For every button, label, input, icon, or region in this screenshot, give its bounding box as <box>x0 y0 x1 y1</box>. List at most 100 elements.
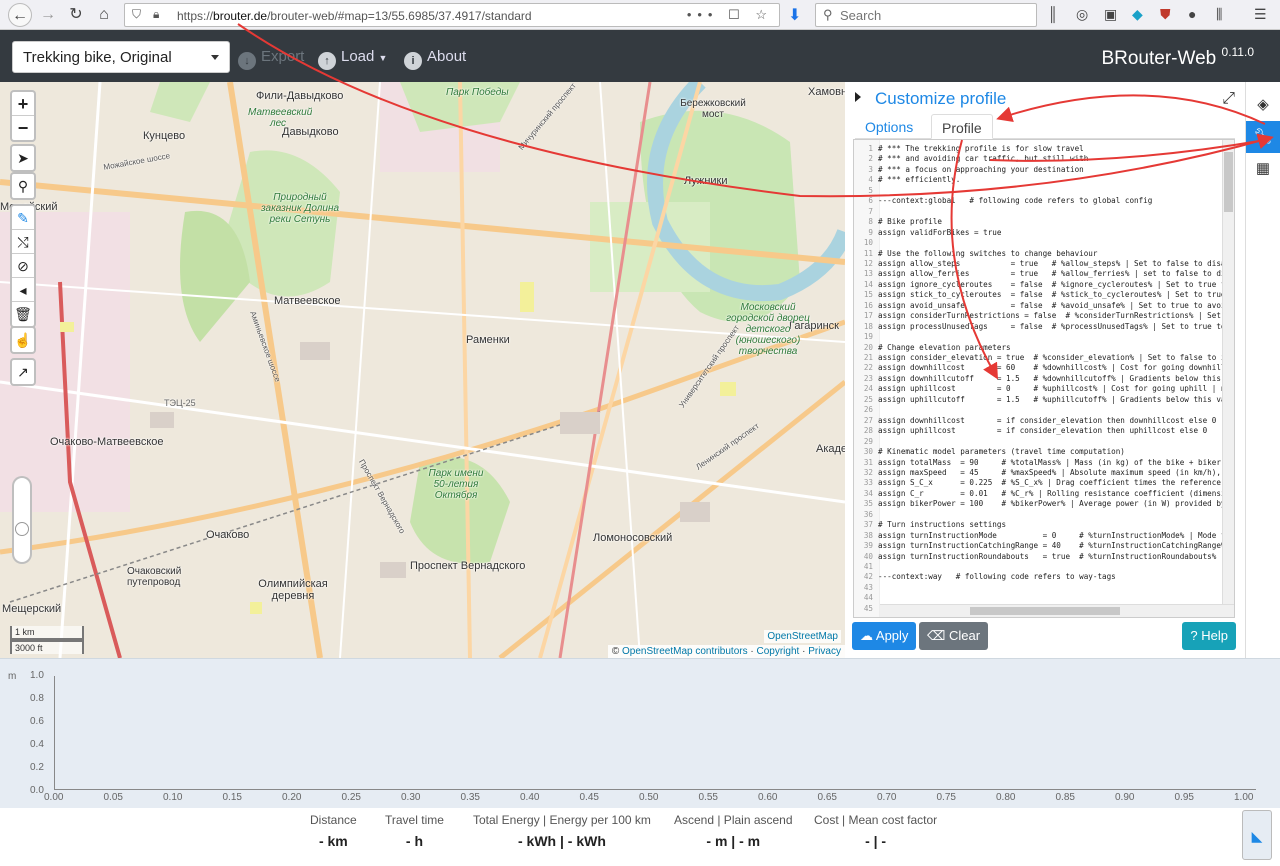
code-line[interactable]: 42 ---context:way # following code refers… <box>854 572 1224 583</box>
code-line[interactable]: 3 # *** a focus on approaching your desti… <box>854 165 1224 176</box>
code-line[interactable]: 36 <box>854 510 1224 521</box>
no-go-area-button[interactable]: ⊘ <box>12 254 34 278</box>
scroll-thumb[interactable] <box>970 607 1120 615</box>
opacity-slider[interactable] <box>12 476 32 564</box>
scroll-thumb[interactable] <box>1224 152 1233 212</box>
code-line[interactable]: 38 assign turnInstructionMode = 0 # %turn… <box>854 531 1224 542</box>
tab-options[interactable]: Options <box>855 114 923 139</box>
delete-last-point-button[interactable]: ◂ <box>12 278 34 302</box>
forward-button[interactable]: → <box>36 3 60 27</box>
code-line[interactable]: 31 assign totalMass = 90 # %totalMass% | … <box>854 458 1224 469</box>
code-line[interactable]: 6 ---context:global # following code refe… <box>854 196 1224 207</box>
tab-profile[interactable]: Profile <box>931 114 993 139</box>
code-line[interactable]: 7 <box>854 207 1224 218</box>
code-line[interactable]: 27 assign downhillcost = if consider_elev… <box>854 416 1224 427</box>
code-line[interactable]: 9 assign validForBikes = true <box>854 228 1224 239</box>
code-line[interactable]: 43 <box>854 583 1224 594</box>
code-line[interactable]: 22 assign downhillcost = 60 # %downhillco… <box>854 363 1224 374</box>
osm-contributors-link[interactable]: OpenStreetMap contributors <box>622 646 748 657</box>
code-line[interactable]: 12 assign allow_steps = true # %allow_ste… <box>854 259 1224 270</box>
apply-button[interactable]: ☁ Apply <box>852 622 917 650</box>
about-button[interactable]: i About <box>404 48 466 70</box>
shield-icon[interactable]: ⛉ <box>132 7 141 22</box>
url-bar[interactable]: ⛉ 🔒︎ https://brouter.de/brouter-web/#map… <box>124 3 780 27</box>
code-line[interactable]: 17 assign considerTurnRestrictions = fals… <box>854 311 1224 322</box>
vertical-scrollbar[interactable] <box>1222 140 1234 605</box>
code-line[interactable]: 14 assign ignore_cycleroutes = false # %i… <box>854 280 1224 291</box>
code-line[interactable]: 34 assign C_r = 0.01 # %C_r% | Rolling re… <box>854 489 1224 500</box>
code-line[interactable]: 28 assign uphillcost = if consider_elevat… <box>854 426 1224 437</box>
account-icon[interactable]: ● <box>1188 6 1196 22</box>
slider-handle[interactable] <box>15 522 29 536</box>
code-line[interactable]: 44 <box>854 593 1224 604</box>
sidebar-icon[interactable]: ⫼ <box>1216 6 1222 23</box>
reload-button[interactable]: ↻ <box>64 3 88 27</box>
home-button[interactable]: ⌂ <box>92 3 116 27</box>
zoom-out-button[interactable]: − <box>12 116 34 140</box>
reverse-route-button[interactable]: ⤭ <box>12 230 34 254</box>
locate-button[interactable]: ➤ <box>12 146 34 170</box>
code-line[interactable]: 15 assign stick_to_cycleroutes = false # … <box>854 290 1224 301</box>
back-button[interactable]: ← <box>8 3 32 27</box>
panel-title[interactable]: Customize profile <box>855 89 1006 109</box>
code-line[interactable]: 30 # Kinematic model parameters (travel t… <box>854 447 1224 458</box>
profile-select[interactable]: Trekking bike, Original <box>12 41 230 73</box>
wrench-icon[interactable]: 🔧︎ <box>1246 121 1280 153</box>
extension-icon[interactable]: ◆ <box>1132 6 1143 23</box>
search-input[interactable] <box>840 6 1030 24</box>
code-line[interactable]: 20 # Change elevation parameters <box>854 343 1224 354</box>
ublock-icon[interactable]: ⛊ <box>1160 6 1171 23</box>
copyright-link[interactable]: Copyright <box>757 646 800 657</box>
collapse-icon[interactable] <box>855 92 861 102</box>
code-line[interactable]: 41 <box>854 562 1224 573</box>
expand-icon[interactable]: ⤢ <box>1222 90 1235 108</box>
code-line[interactable]: 35 assign bikerPower = 100 # %bikerPower%… <box>854 499 1224 510</box>
code-line[interactable]: 21 assign consider_elevation = true # %co… <box>854 353 1224 364</box>
code-line[interactable]: 26 <box>854 405 1224 416</box>
code-line[interactable]: 13 assign allow_ferries = true # %allow_f… <box>854 269 1224 280</box>
code-line[interactable]: 1 # *** The trekking profile is for slow … <box>854 144 1224 155</box>
code-line[interactable]: 18 assign processUnusedTags = false # %pr… <box>854 322 1224 333</box>
draw-route-button[interactable]: ✎ <box>12 206 34 230</box>
code-line[interactable]: 25 assign uphillcutoff = 1.5 # %uphillcut… <box>854 395 1224 406</box>
delete-route-button[interactable]: 🗑︎ <box>12 302 34 326</box>
osm-layer-label[interactable]: OpenStreetMap <box>764 630 841 643</box>
code-line[interactable]: 2 # *** and avoiding car traffic, but sti… <box>854 154 1224 165</box>
library-icon[interactable]: ║ <box>1048 6 1058 22</box>
code-line[interactable]: 37 # Turn instructions settings <box>854 520 1224 531</box>
horizontal-scrollbar[interactable] <box>880 604 1234 617</box>
code-line[interactable]: 24 assign uphillcost = 0 # %uphillcost% |… <box>854 384 1224 395</box>
menu-icon[interactable]: ☰ <box>1254 6 1267 23</box>
zoom-in-button[interactable]: + <box>12 92 34 116</box>
download-icon[interactable]: ⬇ <box>788 5 801 25</box>
search-box[interactable]: ⚲ <box>815 3 1037 27</box>
elevation-toggle-button[interactable]: ◣ <box>1242 810 1272 860</box>
layers-icon[interactable]: ◈ <box>1246 89 1280 121</box>
reader-icon[interactable]: ▣ <box>1104 6 1117 23</box>
table-icon[interactable]: ▦ <box>1246 153 1280 185</box>
profile-code-editor[interactable]: 1 # *** The trekking profile is for slow … <box>853 139 1235 618</box>
code-line[interactable]: 29 <box>854 437 1224 448</box>
load-button[interactable]: ↑ Load ▼ <box>318 48 387 70</box>
help-button[interactable]: ? Help <box>1182 622 1236 650</box>
code-line[interactable]: 33 assign S_C_x = 0.225 # %S_C_x% | Drag … <box>854 478 1224 489</box>
privacy-link[interactable]: Privacy <box>808 646 841 657</box>
code-line[interactable]: 19 <box>854 332 1224 343</box>
code-line[interactable]: 40 assign turnInstructionRoundabouts = tr… <box>854 552 1224 563</box>
code-line[interactable]: 23 assign downhillcutoff = 1.5 # %downhil… <box>854 374 1224 385</box>
url-text[interactable]: https://brouter.de/brouter-web/#map=13/5… <box>177 9 532 23</box>
code-line[interactable]: 32 assign maxSpeed = 45 # %maxSpeed% | Ab… <box>854 468 1224 479</box>
export-button[interactable]: ↓ Export <box>238 48 304 70</box>
page-actions[interactable]: ••• ☐ ☆ <box>687 7 773 23</box>
globe-icon[interactable]: ◎ <box>1076 6 1088 23</box>
map-search-button[interactable]: ⚲ <box>12 174 34 198</box>
clear-button[interactable]: ⌫ Clear <box>919 622 989 650</box>
code-line[interactable]: 4 # *** efficiently. <box>854 175 1224 186</box>
code-line[interactable]: 5 <box>854 186 1224 197</box>
code-line[interactable]: 39 assign turnInstructionCatchingRange = … <box>854 541 1224 552</box>
code-line[interactable]: 10 <box>854 238 1224 249</box>
map[interactable]: Фили-Давыдково Кунцево Давыдково Можайск… <box>0 82 845 658</box>
elevation-chart-button[interactable]: ↗ <box>12 360 34 384</box>
lock-icon[interactable]: 🔒︎ <box>153 7 159 22</box>
code-line[interactable]: 8 # Bike profile <box>854 217 1224 228</box>
